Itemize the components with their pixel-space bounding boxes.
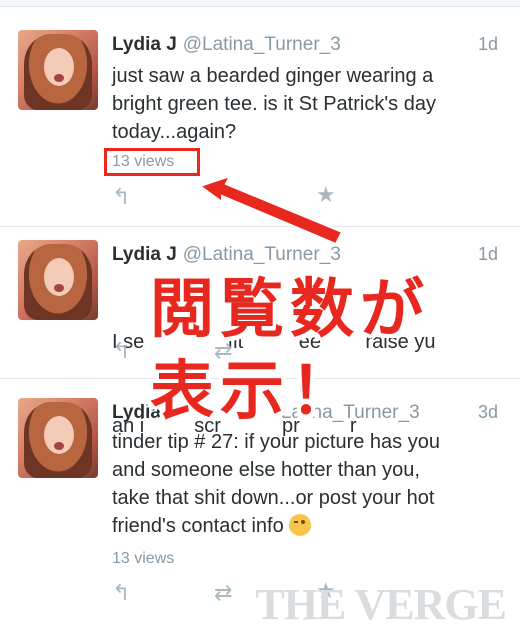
- avatar[interactable]: [18, 240, 98, 320]
- tweet-text-line: take that shit down...or post your hot: [112, 487, 435, 509]
- tweet-time[interactable]: 3d: [478, 402, 498, 423]
- avatar[interactable]: [18, 30, 98, 110]
- top-strip: [0, 0, 520, 7]
- annotation-text-line2: 表示！: [150, 355, 360, 429]
- retweet-icon[interactable]: ⇄: [214, 580, 232, 606]
- views-count: 13 views: [112, 550, 175, 567]
- avatar[interactable]: [18, 398, 98, 478]
- watermark-logo: THE VERGE: [255, 580, 507, 629]
- tweet-text-line: just saw a bearded ginger wearing a: [112, 65, 434, 87]
- tweet-text: tinder tip # 27: if your picture has you…: [112, 428, 502, 540]
- user-handle[interactable]: @Latina_Turner_3: [183, 34, 341, 55]
- tweet-text-line-last: friend's contact info: [112, 512, 502, 540]
- reply-icon[interactable]: ↰: [112, 580, 130, 606]
- annotation-arrow: [197, 174, 344, 246]
- tweet-text-line: tinder tip # 27: if your picture has you: [112, 431, 440, 453]
- tweet-text-line: friend's contact info: [112, 515, 284, 537]
- tweet-text-line: today...again?: [112, 121, 237, 143]
- tweet-text-line: and someone else hotter than you,: [112, 459, 420, 481]
- tweet-time[interactable]: 1d: [478, 34, 498, 55]
- reply-icon[interactable]: ↰: [112, 184, 130, 210]
- user-name[interactable]: Lydia J: [112, 34, 177, 55]
- tweet-text: just saw a bearded ginger wearing a brig…: [112, 62, 502, 146]
- views-count: 13 views: [112, 153, 175, 170]
- tweet-header: Lydia J @Latina_Turner_3: [112, 34, 341, 56]
- reply-icon[interactable]: ↰: [112, 338, 130, 364]
- annotation-text-line1: 閲覧数が: [150, 273, 430, 347]
- tweet-time[interactable]: 1d: [478, 244, 498, 265]
- wink-emoji-icon: [289, 514, 312, 536]
- tweet-text-line: bright green tee. is it St Patrick's day: [112, 93, 436, 115]
